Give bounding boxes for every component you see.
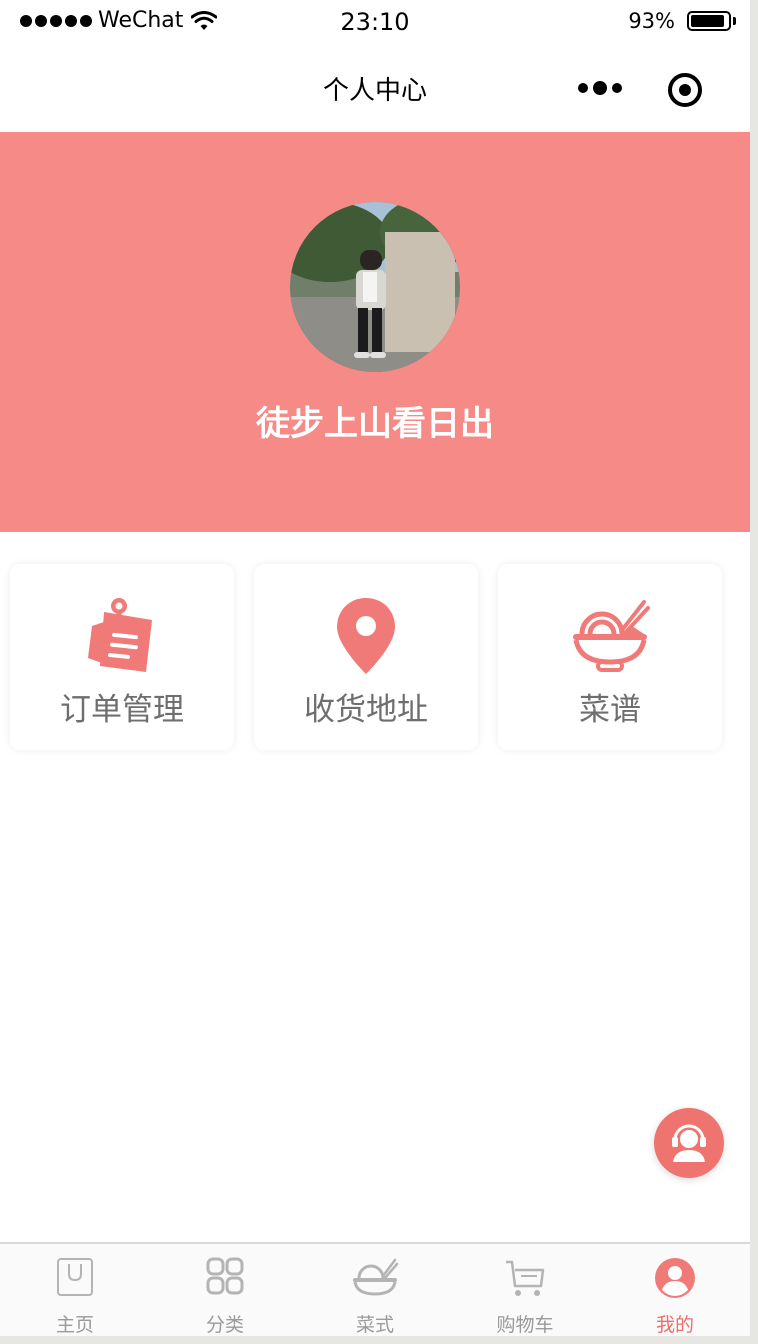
profile-header: 徒步上山看日出 [0,132,750,532]
tab-icon-wrap [0,1256,150,1300]
card-label: 菜谱 [579,692,641,728]
customer-service-button[interactable] [654,1108,724,1178]
battery-percent: 93% [628,9,675,33]
tab-profile[interactable]: 我的 [600,1244,750,1336]
category-grid-icon [206,1257,244,1295]
tab-icon-wrap [450,1256,600,1300]
tab-icon-wrap [300,1256,450,1300]
tab-home[interactable]: 主页 [0,1244,150,1336]
tab-label: 菜式 [355,1314,394,1336]
nav-bar: 个人中心 [0,48,750,132]
card-icon-wrap [498,596,722,678]
username: 徒步上山看日出 [256,404,494,444]
avatar[interactable] [290,202,460,372]
screen: WeChat 23:10 93% 个人中心 徒步上山看日出 订单管理 收货地址 … [0,0,750,1336]
home-bag-icon [57,1258,93,1296]
tab-dishes[interactable]: 菜式 [300,1244,450,1336]
tab-category[interactable]: 分类 [150,1244,300,1336]
profile-icon [655,1258,695,1298]
battery-icon [687,11,731,31]
tab-icon-wrap [600,1256,750,1300]
tab-bar: 主页 分类 菜式 购物车 我的 [0,1242,750,1336]
tab-cart[interactable]: 购物车 [450,1244,600,1336]
tab-label: 主页 [55,1314,94,1336]
card-icon-wrap [254,596,478,678]
tab-label: 购物车 [496,1314,554,1336]
status-right: 93% [628,9,736,33]
page-title: 个人中心 [322,76,427,106]
tab-label: 分类 [205,1314,244,1336]
battery-tip [733,17,736,25]
tab-icon-wrap [150,1256,300,1300]
cart-icon [506,1260,545,1296]
order-management-card[interactable]: 订单管理 [10,564,234,750]
tab-label: 我的 [655,1314,694,1336]
dish-bowl-icon [353,1258,399,1296]
card-label: 订单管理 [60,692,184,728]
noodle-bowl-icon [573,600,650,672]
card-label: 收货地址 [304,692,428,728]
card-icon-wrap [10,596,234,678]
battery-level-fill [691,15,725,27]
target-circle-icon[interactable] [665,70,705,110]
order-notes-icon [88,598,152,672]
status-bar: WeChat 23:10 93% [0,0,750,48]
customer-service-icon [672,1124,706,1162]
more-dots-icon[interactable] [574,74,626,102]
recipes-card[interactable]: 菜谱 [498,564,722,750]
shipping-address-card[interactable]: 收货地址 [254,564,478,750]
location-pin-icon [337,598,395,674]
